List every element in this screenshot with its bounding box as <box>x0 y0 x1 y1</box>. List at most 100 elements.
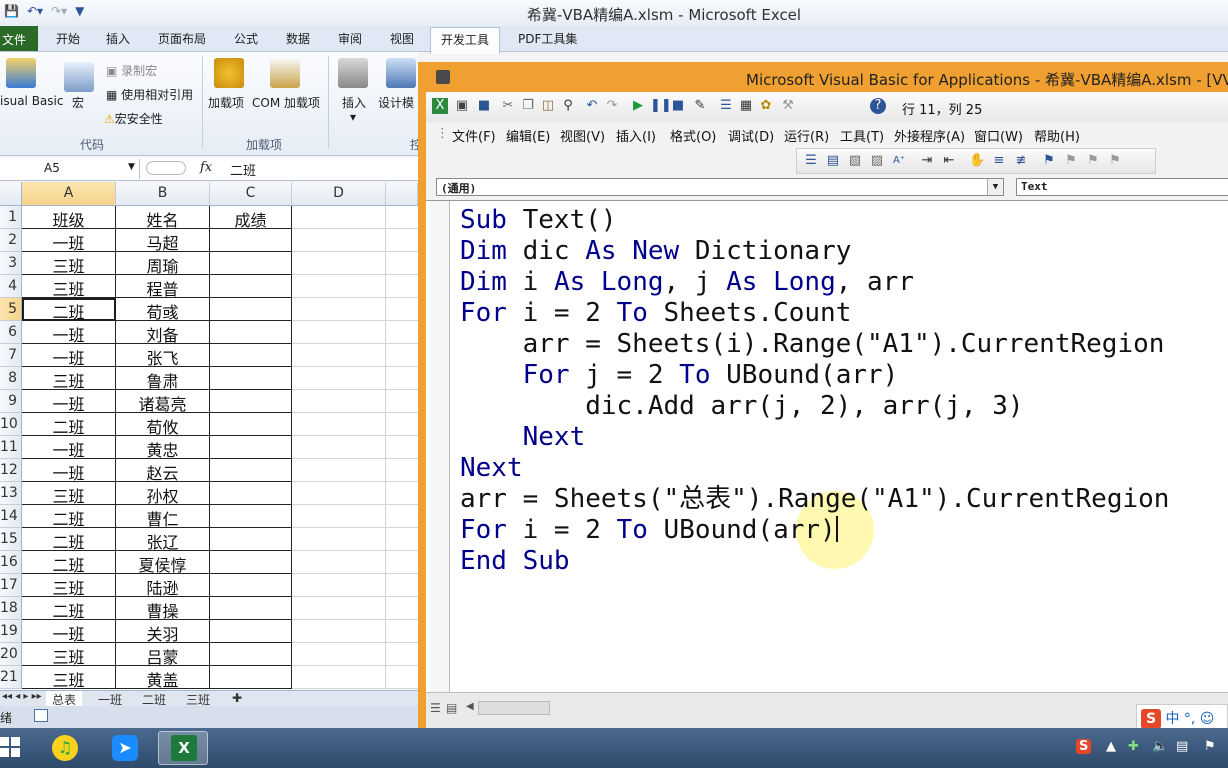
taskbar-messenger-app[interactable]: ➤ <box>100 731 150 765</box>
code-line[interactable]: For i = 2 To Sheets.Count <box>460 298 1169 329</box>
cell-empty[interactable] <box>386 436 418 459</box>
uncomment-block-icon[interactable]: ≢ <box>1013 153 1029 169</box>
code-line[interactable]: For j = 2 To UBound(arr) <box>460 360 1169 391</box>
macro-recording-icon[interactable] <box>34 709 48 722</box>
tab-page-layout[interactable]: 页面布局 <box>158 30 206 47</box>
procedure-view-icon[interactable]: ☰ <box>430 701 441 715</box>
relative-reference-button[interactable]: ▦ 使用相对引用 <box>106 86 193 103</box>
menu-file[interactable]: 文件(F) <box>452 126 496 145</box>
row-header[interactable]: 10 <box>0 413 22 436</box>
start-button[interactable] <box>0 731 30 765</box>
cell-empty[interactable] <box>292 390 386 413</box>
chevron-down-icon[interactable]: ▼ <box>128 162 135 172</box>
menu-debug[interactable]: 调试(D) <box>728 126 774 145</box>
cell-c[interactable] <box>210 252 292 275</box>
name-box[interactable]: A5 ▼ <box>0 159 140 179</box>
row-header[interactable]: 13 <box>0 482 22 505</box>
cell-b[interactable]: 曹仁 <box>116 505 210 528</box>
row-header[interactable]: 20 <box>0 643 22 666</box>
formula-bar-resize-handle[interactable] <box>146 161 186 175</box>
menu-insert[interactable]: 插入(I) <box>616 126 656 145</box>
cell-c[interactable] <box>210 574 292 597</box>
sheet-tab-total[interactable]: 总表 <box>46 691 83 707</box>
code-line[interactable]: Sub Text() <box>460 205 1169 236</box>
toggle-breakpoint-icon[interactable]: ✋ <box>969 153 985 169</box>
cell-empty[interactable] <box>386 298 418 321</box>
menu-edit[interactable]: 编辑(E) <box>506 126 550 145</box>
cell-b[interactable]: 周瑜 <box>116 252 210 275</box>
menu-run[interactable]: 运行(R) <box>784 126 829 145</box>
horizontal-scrollbar[interactable] <box>478 701 550 715</box>
cell-a[interactable]: 三班 <box>22 482 116 505</box>
cell-c[interactable] <box>210 229 292 252</box>
cell-empty[interactable] <box>386 413 418 436</box>
outdent-icon[interactable]: ⇤ <box>941 153 957 169</box>
macro-button[interactable]: 宏 <box>72 94 84 111</box>
row-header[interactable]: 8 <box>0 367 22 390</box>
cell-empty[interactable] <box>292 275 386 298</box>
list-constants-icon[interactable]: ▤ <box>825 153 841 169</box>
object-combo[interactable]: (通用) ▼ <box>436 178 1004 196</box>
chevron-down-icon[interactable]: ▼ <box>987 179 1003 195</box>
cell-c[interactable] <box>210 459 292 482</box>
design-mode-icon[interactable]: ✎ <box>692 98 708 114</box>
next-bookmark-icon[interactable]: ⚑ <box>1063 153 1079 169</box>
code-line[interactable]: Dim dic As New Dictionary <box>460 236 1169 267</box>
find-icon[interactable]: ⚲ <box>560 98 576 114</box>
cell-b[interactable]: 关羽 <box>116 620 210 643</box>
pause-icon[interactable]: ❚❚ <box>650 98 672 114</box>
design-mode-icon[interactable] <box>386 58 416 88</box>
cell-c[interactable] <box>210 482 292 505</box>
cell-empty[interactable] <box>386 390 418 413</box>
code-margin-indicator-bar[interactable] <box>430 201 450 692</box>
tab-home[interactable]: 开始 <box>56 30 80 47</box>
row-header[interactable]: 14 <box>0 505 22 528</box>
procedure-combo[interactable]: Text <box>1016 178 1228 196</box>
cell-c[interactable] <box>210 620 292 643</box>
cell-empty[interactable] <box>386 505 418 528</box>
tab-data[interactable]: 数据 <box>286 30 310 47</box>
cell-empty[interactable] <box>386 666 418 689</box>
cell-empty[interactable] <box>292 321 386 344</box>
cell-c[interactable] <box>210 643 292 666</box>
copy-icon[interactable]: ❐ <box>520 98 536 114</box>
menu-format[interactable]: 格式(O) <box>670 126 716 145</box>
column-header-d[interactable]: D <box>292 182 386 206</box>
properties-icon[interactable]: ▦ <box>738 98 754 114</box>
cell-empty[interactable] <box>386 229 418 252</box>
cell-empty[interactable] <box>292 505 386 528</box>
indent-icon[interactable]: ⇥ <box>919 153 935 169</box>
code-line[interactable]: Next <box>460 422 1169 453</box>
ime-mode-label[interactable]: 中 <box>1165 711 1179 727</box>
code-line[interactable]: dic.Add arr(j, 2), arr(j, 3) <box>460 391 1169 422</box>
cell-empty[interactable] <box>386 528 418 551</box>
cell-a[interactable]: 三班 <box>22 275 116 298</box>
taskbar-music-app[interactable]: ♫ <box>40 731 90 765</box>
column-header-b[interactable]: B <box>116 182 210 206</box>
visual-basic-button[interactable]: isual Basic <box>0 94 63 108</box>
sheet-tab-class2[interactable]: 二班 <box>136 691 172 707</box>
column-header-e[interactable] <box>386 182 418 206</box>
cell-b[interactable]: 曹操 <box>116 597 210 620</box>
tab-view[interactable]: 视图 <box>390 30 414 47</box>
insert-controls-icon[interactable] <box>338 58 368 88</box>
previous-bookmark-icon[interactable]: ⚑ <box>1085 153 1101 169</box>
insert-module-icon[interactable]: ▣ <box>454 98 470 114</box>
menu-view[interactable]: 视图(V) <box>560 126 605 145</box>
addins-button[interactable]: 加载项 <box>208 94 244 111</box>
cell-b[interactable]: 吕蒙 <box>116 643 210 666</box>
cell-b[interactable]: 黄忠 <box>116 436 210 459</box>
cell-empty[interactable] <box>292 298 386 321</box>
code-line[interactable]: Next <box>460 453 1169 484</box>
row-header[interactable]: 17 <box>0 574 22 597</box>
row-header[interactable]: 3 <box>0 252 22 275</box>
cell-b[interactable]: 张飞 <box>116 344 210 367</box>
cell-empty[interactable] <box>386 482 418 505</box>
cell-c[interactable] <box>210 597 292 620</box>
cell-empty[interactable] <box>292 528 386 551</box>
cell-b[interactable]: 姓名 <box>116 206 210 229</box>
cell-b[interactable]: 诸葛亮 <box>116 390 210 413</box>
tray-expand-icon[interactable]: ▲ <box>1106 739 1116 754</box>
cell-c[interactable] <box>210 321 292 344</box>
cell-empty[interactable] <box>386 344 418 367</box>
